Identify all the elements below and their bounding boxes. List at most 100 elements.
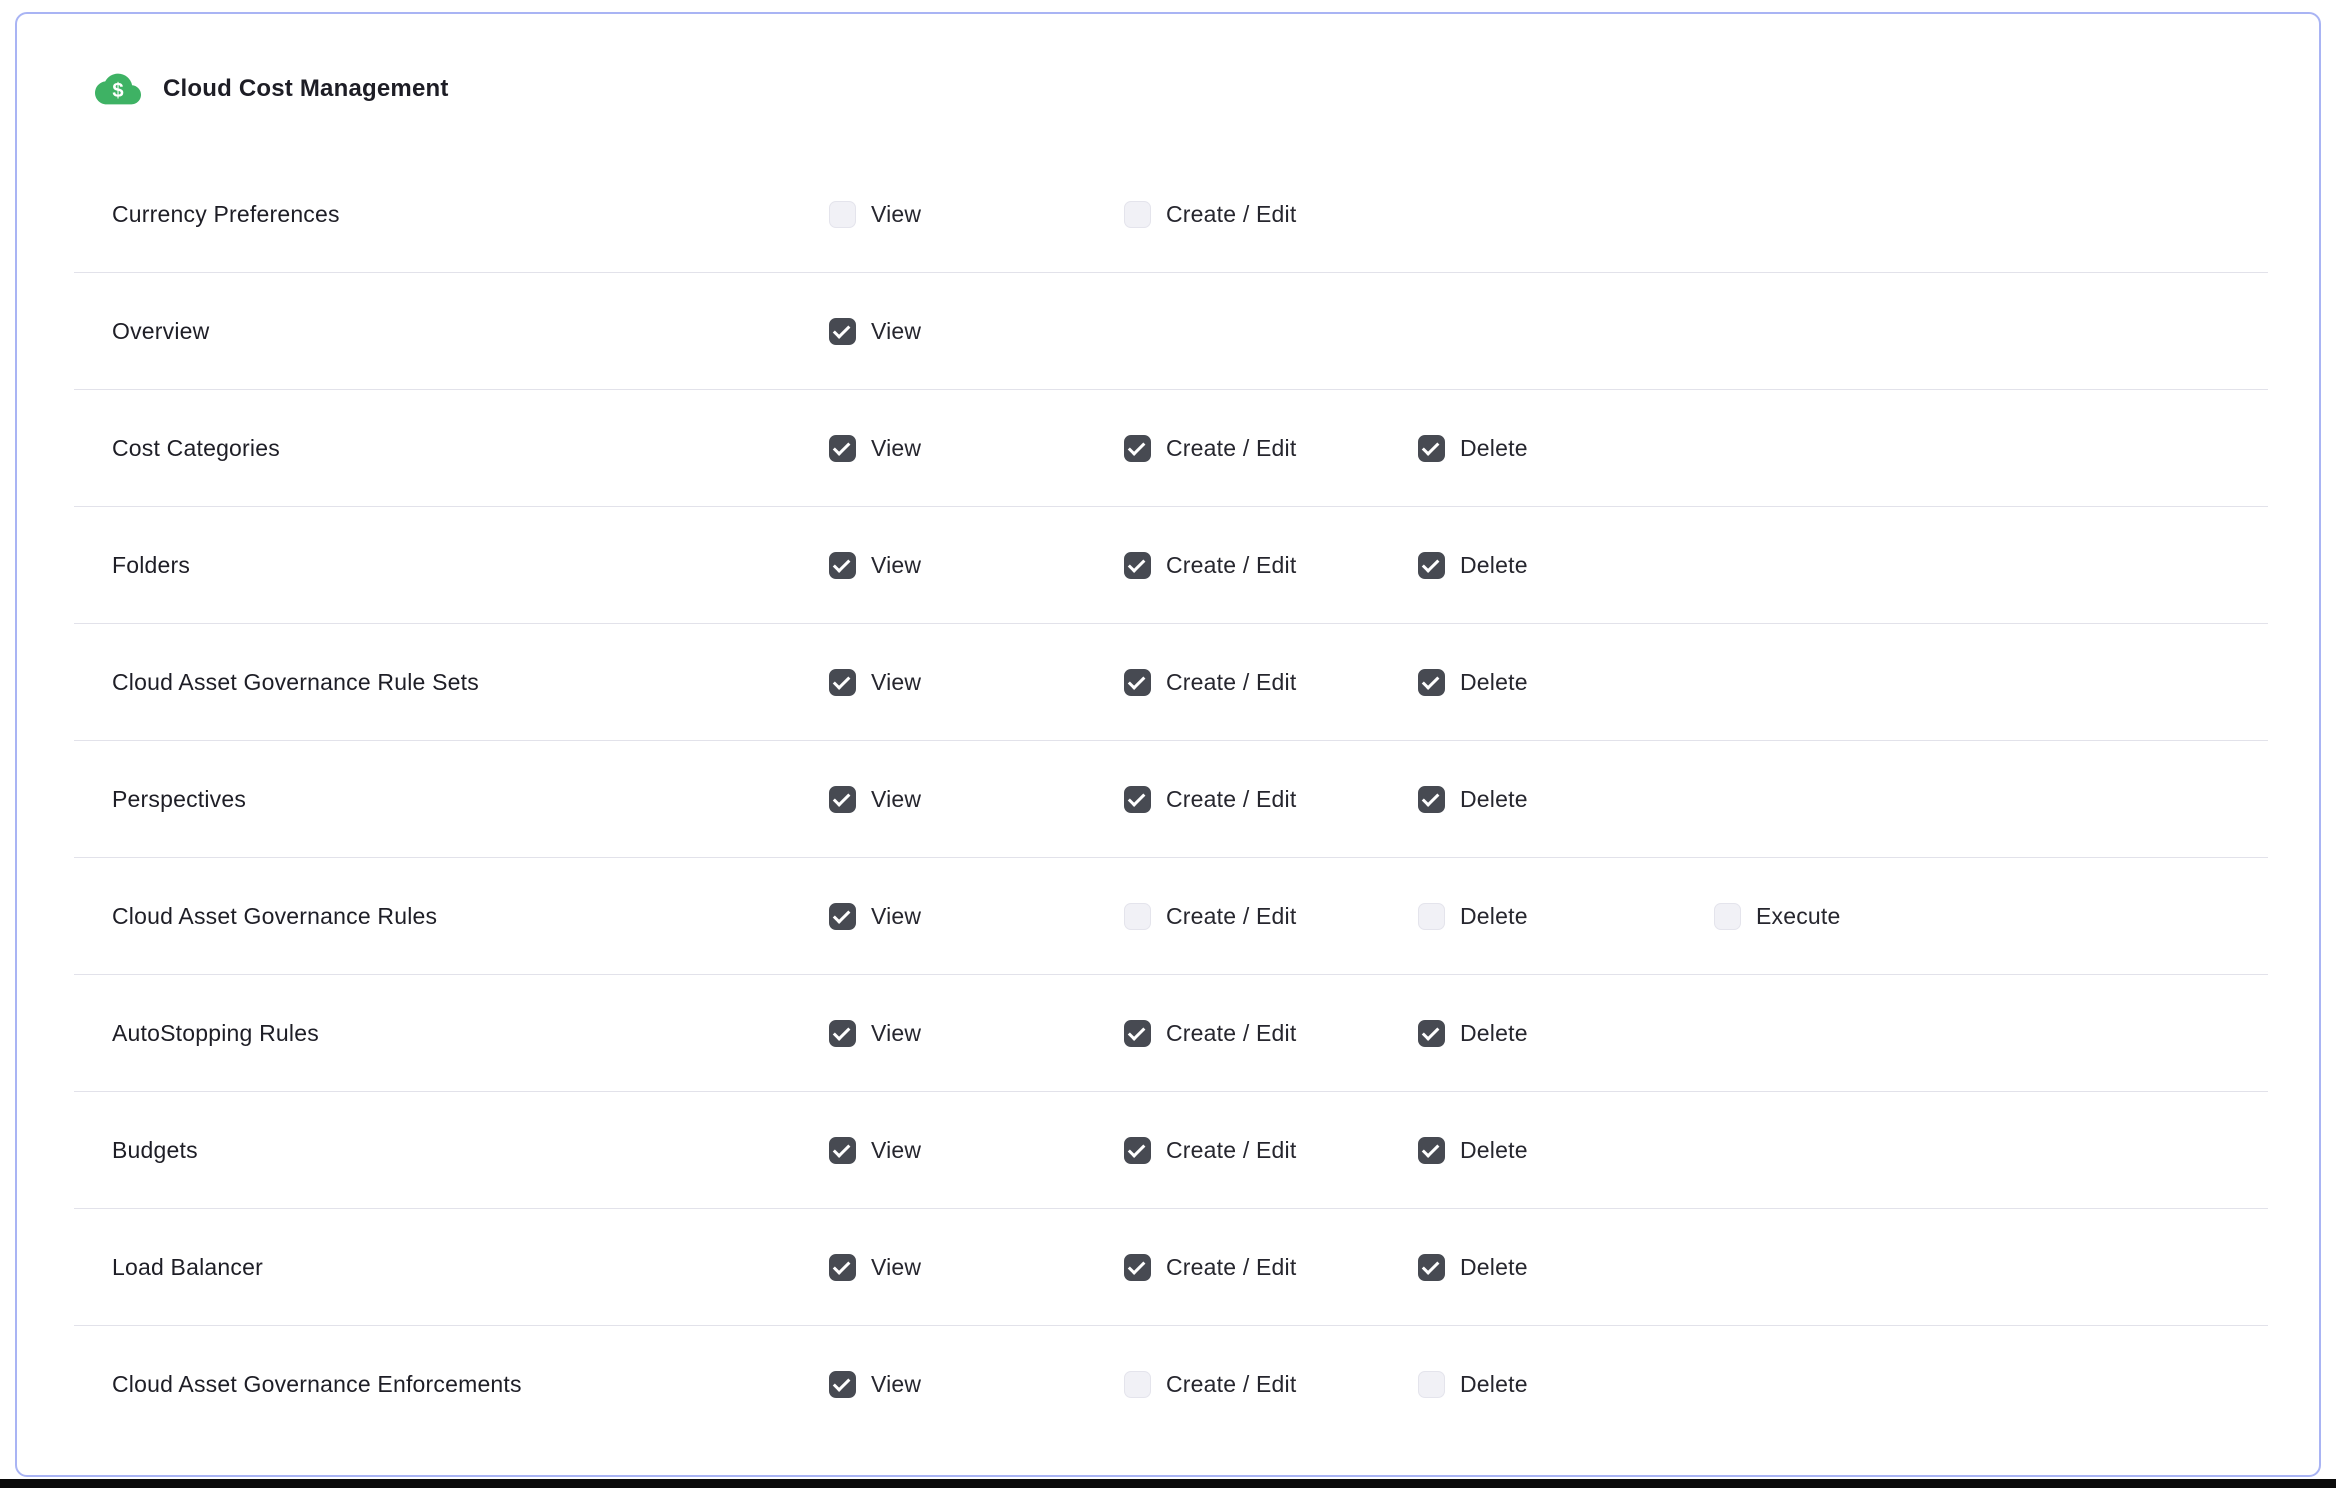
- permission-checkbox-label: View: [871, 201, 921, 228]
- row-label: Cloud Asset Governance Rule Sets: [112, 669, 829, 696]
- row-label: Currency Preferences: [112, 201, 829, 228]
- permission-checkbox-label: View: [871, 1020, 921, 1047]
- permission-checkbox[interactable]: [829, 903, 856, 930]
- permission-checkbox[interactable]: [829, 1020, 856, 1047]
- permission-checkbox-label: View: [871, 903, 921, 930]
- permission-checkbox[interactable]: [1124, 435, 1151, 462]
- screen-bottom-edge: [0, 1479, 2336, 1488]
- permission-row: Cloud Asset Governance Enforcements View…: [74, 1326, 2268, 1443]
- permission-checkbox[interactable]: [1714, 903, 1741, 930]
- permission-cell: View: [829, 201, 1124, 228]
- permission-checkbox[interactable]: [1418, 903, 1445, 930]
- row-label: Overview: [112, 318, 829, 345]
- permission-checkbox-label: Create / Edit: [1166, 903, 1296, 930]
- permission-checkbox-label: Delete: [1460, 1371, 1528, 1398]
- permission-cell: View: [829, 1371, 1124, 1398]
- permissions-card: $ Cloud Cost Management Currency Prefere…: [15, 12, 2321, 1477]
- permission-checkbox-label: Execute: [1756, 903, 1841, 930]
- permission-cell: Delete: [1418, 552, 1714, 579]
- permission-checkbox[interactable]: [829, 1371, 856, 1398]
- permission-checkbox-label: Create / Edit: [1166, 786, 1296, 813]
- permission-cell: Create / Edit: [1124, 552, 1418, 579]
- permission-checkbox-label: Delete: [1460, 435, 1528, 462]
- permission-checkbox-label: Delete: [1460, 669, 1528, 696]
- permission-checkbox-label: View: [871, 1371, 921, 1398]
- row-label: Cost Categories: [112, 435, 829, 462]
- permission-checkbox[interactable]: [1418, 1254, 1445, 1281]
- module-header: $ Cloud Cost Management: [17, 14, 2319, 112]
- permissions-rows: Currency Preferences View Create / Edit …: [17, 156, 2319, 1443]
- permission-checkbox[interactable]: [1124, 1254, 1151, 1281]
- permission-cell: Create / Edit: [1124, 1254, 1418, 1281]
- permission-checkbox[interactable]: [1124, 786, 1151, 813]
- permission-checkbox[interactable]: [829, 552, 856, 579]
- permission-cell: Create / Edit: [1124, 786, 1418, 813]
- permission-checkbox[interactable]: [829, 201, 856, 228]
- permission-checkbox[interactable]: [829, 1254, 856, 1281]
- row-label: Cloud Asset Governance Enforcements: [112, 1371, 829, 1398]
- permission-checkbox[interactable]: [1418, 669, 1445, 696]
- row-label: AutoStopping Rules: [112, 1020, 829, 1047]
- permission-checkbox[interactable]: [829, 1137, 856, 1164]
- permission-checkbox-label: Delete: [1460, 1137, 1528, 1164]
- permission-cell: Delete: [1418, 1371, 1714, 1398]
- permission-checkbox[interactable]: [1418, 435, 1445, 462]
- permission-cell: Create / Edit: [1124, 201, 1418, 228]
- permission-cell: View: [829, 435, 1124, 462]
- row-label: Perspectives: [112, 786, 829, 813]
- permission-checkbox-label: Create / Edit: [1166, 1020, 1296, 1047]
- row-label: Budgets: [112, 1137, 829, 1164]
- permission-checkbox-label: Delete: [1460, 786, 1528, 813]
- permission-checkbox[interactable]: [1418, 1020, 1445, 1047]
- permission-checkbox[interactable]: [1124, 552, 1151, 579]
- permission-cell: View: [829, 1020, 1124, 1047]
- permission-checkbox-label: Create / Edit: [1166, 1137, 1296, 1164]
- permission-cell: Create / Edit: [1124, 1371, 1418, 1398]
- row-label: Load Balancer: [112, 1254, 829, 1281]
- permission-cell: View: [829, 318, 1124, 345]
- permission-checkbox-label: View: [871, 435, 921, 462]
- permission-checkbox[interactable]: [829, 786, 856, 813]
- permission-checkbox[interactable]: [829, 669, 856, 696]
- permission-checkbox[interactable]: [1124, 201, 1151, 228]
- permission-row: Load Balancer View Create / Edit Delete: [74, 1209, 2268, 1326]
- permission-cell: Create / Edit: [1124, 435, 1418, 462]
- permission-cell: View: [829, 786, 1124, 813]
- permission-checkbox[interactable]: [1124, 1371, 1151, 1398]
- permission-row: Cloud Asset Governance Rule Sets View Cr…: [74, 624, 2268, 741]
- dollar-cloud-icon: $: [95, 66, 141, 112]
- permission-cell: Delete: [1418, 435, 1714, 462]
- permission-checkbox-label: Create / Edit: [1166, 669, 1296, 696]
- permission-cell: View: [829, 903, 1124, 930]
- permission-checkbox[interactable]: [1124, 903, 1151, 930]
- permission-cell: Delete: [1418, 903, 1714, 930]
- permission-checkbox-label: View: [871, 318, 921, 345]
- permission-checkbox[interactable]: [1124, 1137, 1151, 1164]
- svg-text:$: $: [112, 80, 123, 102]
- permission-row: Currency Preferences View Create / Edit: [74, 156, 2268, 273]
- permission-checkbox[interactable]: [1418, 786, 1445, 813]
- permission-row: Perspectives View Create / Edit Delete: [74, 741, 2268, 858]
- permission-cell: Delete: [1418, 669, 1714, 696]
- permission-checkbox-label: Create / Edit: [1166, 1254, 1296, 1281]
- permission-checkbox[interactable]: [829, 435, 856, 462]
- row-label: Folders: [112, 552, 829, 579]
- permission-checkbox-label: Create / Edit: [1166, 435, 1296, 462]
- permission-checkbox[interactable]: [1418, 1137, 1445, 1164]
- permission-checkbox[interactable]: [1418, 552, 1445, 579]
- permission-cell: Delete: [1418, 1137, 1714, 1164]
- permission-checkbox-label: View: [871, 669, 921, 696]
- permission-checkbox-label: Delete: [1460, 552, 1528, 579]
- permission-checkbox[interactable]: [1124, 669, 1151, 696]
- permission-cell: View: [829, 552, 1124, 579]
- permission-checkbox-label: Create / Edit: [1166, 201, 1296, 228]
- permission-cell: Delete: [1418, 786, 1714, 813]
- permission-checkbox[interactable]: [1124, 1020, 1151, 1047]
- row-label: Cloud Asset Governance Rules: [112, 903, 829, 930]
- permission-checkbox[interactable]: [1418, 1371, 1445, 1398]
- permission-checkbox-label: View: [871, 786, 921, 813]
- permission-checkbox[interactable]: [829, 318, 856, 345]
- permission-cell: Create / Edit: [1124, 1020, 1418, 1047]
- permission-checkbox-label: View: [871, 1137, 921, 1164]
- permission-cell: Delete: [1418, 1254, 1714, 1281]
